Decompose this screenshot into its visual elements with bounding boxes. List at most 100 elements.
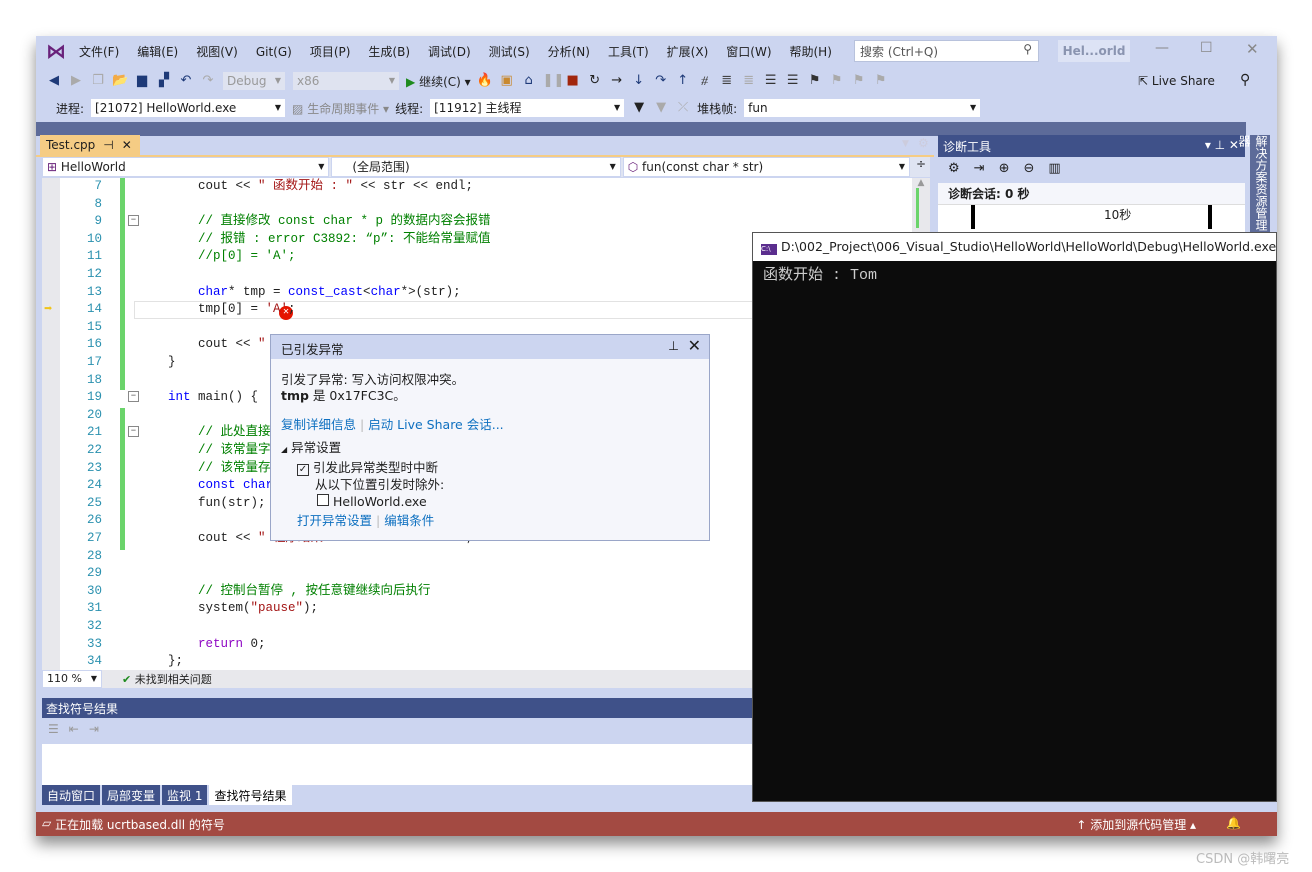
chart-icon[interactable]: ▥ (1048, 161, 1060, 179)
scroll-up-icon[interactable]: ▲ (912, 178, 930, 188)
maximize-button[interactable]: ☐ (1200, 40, 1213, 56)
tab-close-icon[interactable]: ✕ (122, 138, 132, 154)
menu-item[interactable]: 测试(S) (480, 44, 539, 60)
menu-item[interactable]: 窗口(W) (717, 44, 780, 60)
next-bookmark-icon[interactable]: ⚑ (851, 73, 867, 89)
filter-icon[interactable]: ▼ (631, 100, 647, 116)
thread-select[interactable]: [11912] 主线程 ▼ (429, 98, 626, 118)
source-control-button[interactable]: ↑ 添加到源代码管理 ▴ (1076, 816, 1196, 832)
stop-icon[interactable]: ■ (565, 73, 581, 89)
scope-select[interactable]: (全局范围) ▼ (331, 157, 621, 177)
fold-toggle-icon[interactable]: − (128, 391, 139, 403)
split-icon[interactable]: ÷ (912, 157, 930, 177)
outdent-icon[interactable]: ☰ (785, 73, 801, 89)
home-icon[interactable]: ⌂ (521, 73, 537, 89)
restart-icon[interactable]: ↻ (587, 73, 603, 89)
notifications-icon[interactable]: 🔔 (1226, 816, 1241, 832)
stack-frame-select[interactable]: fun ▼ (743, 98, 982, 118)
redo-icon[interactable]: ↷ (200, 73, 216, 89)
module-checkbox-row[interactable]: HelloWorld.exe (317, 494, 699, 510)
zoom-select[interactable]: 110 % ▼ (42, 670, 102, 688)
fold-toggle-icon[interactable]: − (128, 215, 139, 227)
indent-icon[interactable]: ☰ (763, 73, 779, 89)
bookmark-icon[interactable]: ⚑ (807, 73, 823, 89)
menu-item[interactable]: 项目(P) (301, 44, 360, 60)
filter-off-icon[interactable]: ▼ (653, 100, 669, 116)
prev-bookmark-icon[interactable]: ⚑ (829, 73, 845, 89)
continue-button[interactable]: ▶ 继续(C) ▾ (406, 73, 471, 90)
tab-test-cpp[interactable]: Test.cpp ⊣ ✕ (40, 135, 140, 157)
search-box[interactable]: 搜索 (Ctrl+Q) ⚲ (854, 40, 1039, 62)
pin-icon[interactable]: ⊥ (668, 338, 679, 353)
bottom-tab[interactable]: 局部变量 (102, 785, 161, 805)
export-icon[interactable]: ⇥ (974, 161, 985, 179)
dock-band (36, 122, 1246, 136)
clear-icon[interactable]: ☰ (48, 722, 59, 740)
pin-icon[interactable]: ⊣ (103, 138, 113, 154)
config-select[interactable]: Debug ▼ (222, 71, 286, 91)
close-button[interactable]: ✕ (1246, 40, 1259, 58)
exception-close-icon[interactable]: ✕ (688, 336, 701, 355)
solution-explorer-tab[interactable]: 解决方案资源管理器 (1237, 135, 1270, 235)
live-share-button[interactable]: ⇱ Live Share (1138, 74, 1215, 88)
new-project-icon[interactable]: ❐ (90, 73, 106, 89)
save-all-icon[interactable]: ▞ (156, 73, 172, 89)
show-next-statement-icon[interactable]: → (609, 73, 625, 89)
break-checkbox[interactable]: ✓ (297, 464, 309, 476)
step-into-icon[interactable]: ↓ (631, 73, 647, 89)
menu-item[interactable]: 文件(F) (70, 44, 128, 60)
bottom-tab[interactable]: 自动窗口 (42, 785, 101, 805)
exception-settings-toggle[interactable]: ◢ 异常设置 (281, 440, 699, 458)
comment-icon[interactable]: ≣ (719, 73, 735, 89)
copy-details-link[interactable]: 复制详细信息 (281, 417, 356, 432)
feedback-icon[interactable]: ⚲ (1240, 72, 1250, 88)
menu-item[interactable]: 调试(D) (419, 44, 480, 60)
issues-indicator[interactable]: ✔ 未找到相关问题 (122, 671, 212, 687)
edit-conditions-link[interactable]: 编辑条件 (384, 513, 434, 528)
platform-select[interactable]: x86 ▼ (292, 71, 400, 91)
find-icon[interactable]: ▣ (499, 73, 515, 89)
menu-item[interactable]: 工具(T) (599, 44, 658, 60)
next-icon[interactable]: ⇥ (89, 722, 99, 740)
lifecycle-events-button[interactable]: ▨ 生命周期事件 ▾ (292, 100, 389, 117)
pause-icon[interactable]: ❚❚ (543, 73, 565, 89)
bottom-tab[interactable]: 监视 1 (162, 785, 208, 805)
module-checkbox[interactable] (317, 494, 329, 506)
menu-item[interactable]: 扩展(X) (658, 44, 718, 60)
save-icon[interactable]: ▆ (134, 73, 150, 89)
open-exception-settings-link[interactable]: 打开异常设置 (297, 513, 372, 528)
function-select[interactable]: ⬡ fun(const char * str) ▼ (622, 157, 911, 177)
code-token: main() { (190, 390, 259, 405)
fold-toggle-icon[interactable]: − (128, 426, 139, 438)
settings-icon[interactable]: ⚙ (948, 161, 960, 179)
menu-item[interactable]: 生成(B) (359, 44, 419, 60)
hot-reload-icon[interactable]: 🔥 (477, 73, 493, 89)
step-out-icon[interactable]: ↑ (675, 73, 691, 89)
menu-item[interactable]: 帮助(H) (781, 44, 841, 60)
step-over-icon[interactable]: ↷ (653, 73, 669, 89)
clear-bookmark-icon[interactable]: ⚑ (873, 73, 889, 89)
hex-icon[interactable]: ⧣ (697, 73, 713, 89)
menu-item[interactable]: 编辑(E) (128, 44, 187, 60)
open-icon[interactable]: 📂 (112, 73, 128, 89)
undo-icon[interactable]: ↶ (178, 73, 194, 89)
back-icon[interactable]: ◀ (46, 73, 62, 89)
collapse-icon[interactable]: ⤫ (675, 100, 691, 116)
menu-item[interactable]: 视图(V) (187, 44, 247, 60)
tab-dropdown-icon[interactable]: ▼ (902, 139, 909, 149)
minimize-button[interactable]: — (1155, 40, 1169, 56)
diag-close-icon[interactable]: ▾ ⊥ ✕ (1205, 138, 1239, 152)
process-select[interactable]: [21072] HelloWorld.exe ▼ (90, 98, 287, 118)
project-select[interactable]: ⊞ HelloWorld ▼ (42, 157, 330, 177)
zoom-out-icon[interactable]: ⊖ (1023, 161, 1034, 179)
editor-settings-icon[interactable]: ⚙ (918, 136, 929, 150)
zoom-in-icon[interactable]: ⊕ (999, 161, 1010, 179)
menu-item[interactable]: 分析(N) (539, 44, 599, 60)
bottom-tab[interactable]: 查找符号结果 (209, 785, 292, 805)
menu-item[interactable]: Git(G) (247, 44, 301, 60)
start-live-share-link[interactable]: 启动 Live Share 会话... (368, 417, 503, 432)
uncomment-icon[interactable]: ≣ (741, 73, 757, 89)
prev-icon[interactable]: ⇤ (69, 722, 79, 740)
break-checkbox-row[interactable]: ✓ 引发此异常类型时中断 (297, 460, 699, 476)
forward-icon[interactable]: ▶ (68, 73, 84, 89)
